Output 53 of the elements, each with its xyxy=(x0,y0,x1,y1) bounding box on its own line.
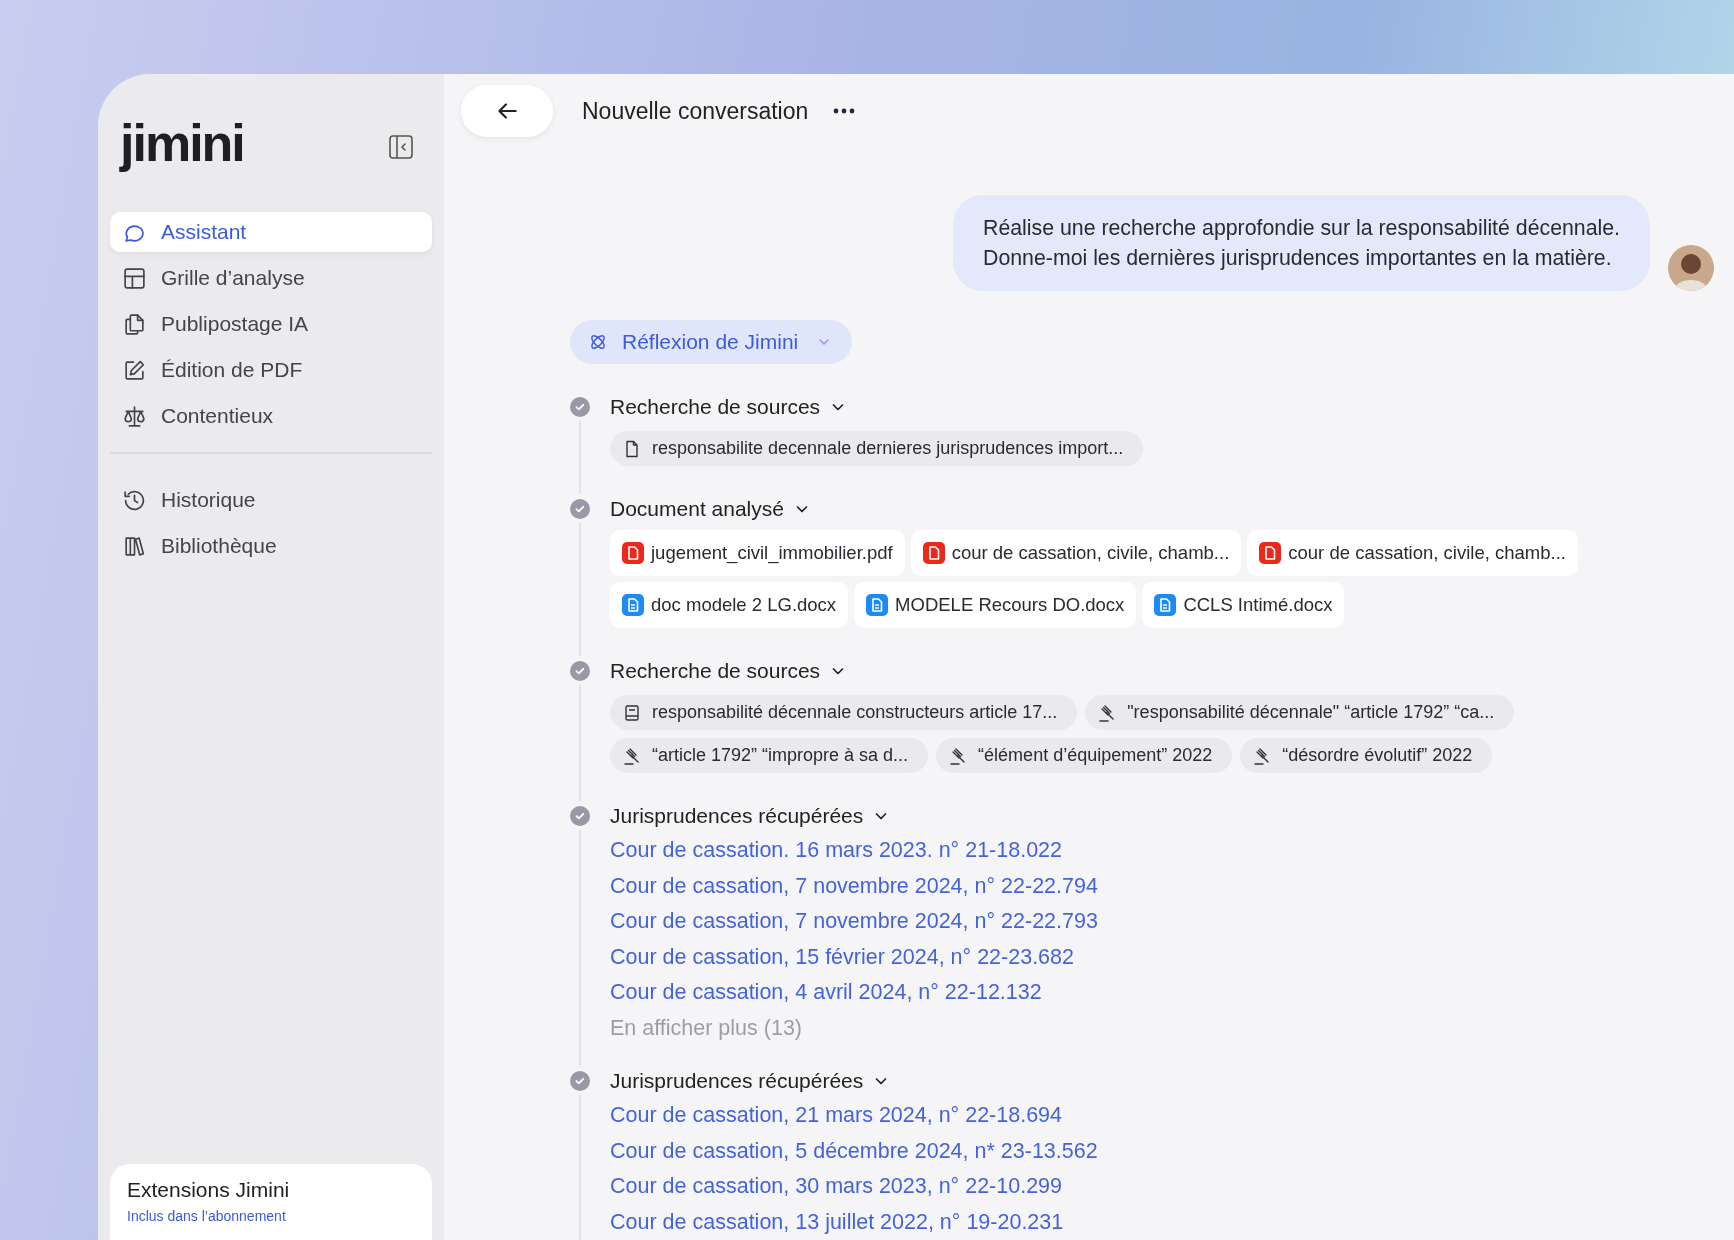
case-link[interactable]: Cour de cassation. 16 mars 2023. n° 21-18.022 xyxy=(610,833,1062,869)
case-link[interactable]: Cour de cassation, 7 novembre 2024, n° 22-22.794 xyxy=(610,868,1098,904)
source-chip[interactable]: responsabilite decennale dernieres jurisprudences import... xyxy=(610,431,1144,466)
step-title: Recherche de sources xyxy=(610,395,821,419)
source-chip[interactable]: “élément d’équipement” 2022 xyxy=(936,738,1233,773)
scale-icon xyxy=(122,403,147,429)
document-chip[interactable]: jugement_civil_immobilier.pdf xyxy=(610,530,905,576)
nav-item[interactable]: Publipostage IA xyxy=(110,304,432,344)
extensions-subtitle: Inclus dans l’abonnement xyxy=(127,1208,287,1224)
step-title: Recherche de sources xyxy=(610,659,821,683)
nav-item[interactable]: Assistant xyxy=(110,212,432,252)
pdf-file-icon xyxy=(622,542,644,564)
case-link[interactable]: Cour de cassation, 13 juillet 2022, n° 19-20.231 xyxy=(610,1204,1064,1240)
atom-icon xyxy=(588,332,608,352)
nav-item[interactable]: Contentieux xyxy=(110,396,432,436)
copy-icon xyxy=(122,311,147,337)
nav-item[interactable]: Historique xyxy=(110,480,432,520)
document-chip[interactable]: MODELE Recours DO.docx xyxy=(854,582,1137,628)
sidebar-toggle-icon[interactable] xyxy=(388,134,414,160)
document-chip[interactable]: doc modele 2 LG.docx xyxy=(610,582,849,628)
source-chip[interactable]: “désordre évolutif” 2022 xyxy=(1240,738,1493,773)
nav-item[interactable]: Grille d’analyse xyxy=(110,258,432,298)
conversation-title: Nouvelle conversation xyxy=(582,97,809,125)
avatar-icon xyxy=(1668,245,1714,291)
case-link[interactable]: Cour de cassation, 4 avril 2024, n° 22-12.132 xyxy=(610,975,1042,1011)
document-chip[interactable]: cour de cassation, civile, chamb... xyxy=(1247,530,1578,576)
case-link[interactable]: Cour de cassation, 5 décembre 2024, n* 23-13.562 xyxy=(610,1133,1098,1169)
step-title: Document analysé xyxy=(610,497,784,521)
pdf-file-icon xyxy=(1259,542,1282,564)
pdf-file-icon xyxy=(922,542,945,564)
extensions-card[interactable]: Extensions Jimini Inclus dans l’abonnement xyxy=(110,1164,432,1240)
word-file-icon xyxy=(1154,594,1177,616)
document-chip[interactable]: CCLS Intimé.docx xyxy=(1142,582,1345,628)
nav-item[interactable]: Bibliothèque xyxy=(110,526,432,566)
nav-item[interactable]: Édition de PDF xyxy=(110,350,432,390)
case-link[interactable]: Cour de cassation, 7 novembre 2024, n° 22-22.793 xyxy=(610,904,1098,940)
case-link[interactable]: Cour de cassation, 21 mars 2024, n° 22-18.694 xyxy=(610,1098,1062,1134)
document-chip[interactable]: cour de cassation, civile, chamb... xyxy=(910,530,1242,576)
more-options-icon[interactable] xyxy=(832,107,857,115)
reasoning-toggle[interactable]: Réflexion de Jimini xyxy=(570,320,853,364)
case-link[interactable]: Cour de cassation, 15 février 2024, n° 22-23.682 xyxy=(610,939,1074,975)
source-chip[interactable]: “article 1792” “impropre à sa d... xyxy=(610,738,929,773)
source-chip[interactable]: responsabilité décennale constructeurs article 17... xyxy=(610,695,1078,730)
word-file-icon xyxy=(866,594,889,616)
extensions-title: Extensions Jimini xyxy=(127,1178,291,1202)
word-file-icon xyxy=(622,594,644,616)
case-link[interactable]: Cour de cassation, 30 mars 2023, n° 22-10.299 xyxy=(610,1169,1062,1205)
step-title: Jurisprudences récupérées xyxy=(610,804,864,828)
table-icon xyxy=(122,265,147,291)
source-chip[interactable]: "responsabilité décennale" “article 1792” “ca... xyxy=(1085,695,1515,730)
user-message: Réalise une recherche approfondie sur la responsabilité décennale. Donne-moi les dernières jurisprudences importantes en la matière. xyxy=(953,195,1650,291)
step-title: Jurisprudences récupérées xyxy=(610,1069,864,1093)
book-icon xyxy=(622,702,642,723)
